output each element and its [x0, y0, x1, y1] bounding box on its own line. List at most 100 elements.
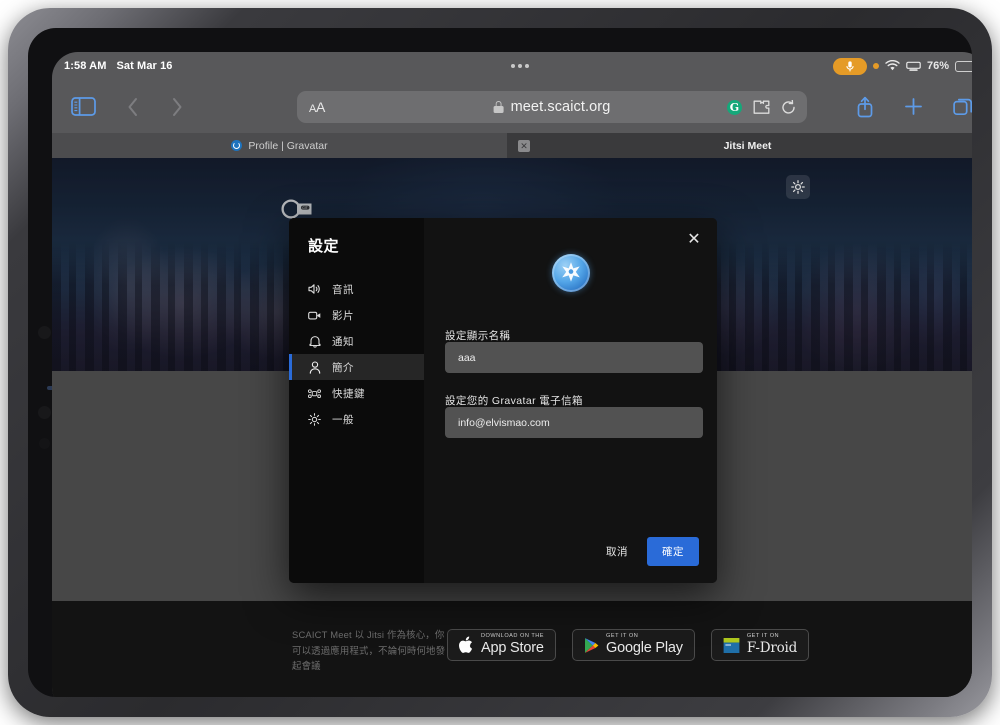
fdroid-badge[interactable]: GET IT ON F-Droid — [710, 629, 810, 661]
settings-title: 設定 — [308, 238, 340, 255]
settings-sidebar: 設定 音訊 影片 通知 簡介 快捷鍵 一般 — [289, 218, 424, 583]
bell-icon — [308, 335, 321, 348]
tab-profile-gravatar[interactable]: Profile | Gravatar — [52, 133, 507, 158]
gear-icon — [791, 180, 805, 194]
forward-button[interactable] — [166, 94, 188, 120]
text-size-label-large: A — [316, 99, 326, 115]
sidebar-item-video[interactable]: 影片 — [289, 302, 424, 328]
lock-icon — [493, 101, 504, 113]
person-icon — [308, 360, 321, 374]
new-tab-button[interactable] — [904, 97, 923, 116]
address-bar-url-group: meet.scaict.org — [493, 99, 611, 115]
settings-panel-profile: ✕ 設定顯示名稱 設定您的 Gravatar 電子信箱 取 — [424, 218, 717, 583]
screen-mirroring-icon — [906, 61, 921, 71]
battery-percentage: 76% — [926, 60, 949, 72]
footer-description: SCAICT Meet 以 Jitsi 作為核心，你可以透過應用程式，不論何時何… — [292, 629, 446, 672]
address-bar-actions: G — [727, 99, 796, 115]
dialog-actions: 取消 確定 — [595, 537, 699, 566]
multitasking-dot — [518, 64, 522, 68]
browser-toolbar: AA meet.scaict.org G — [52, 80, 972, 133]
multitasking-dots-button[interactable] — [511, 52, 529, 80]
badge-text-group: Download on the App Store — [481, 633, 544, 657]
page-settings-button[interactable] — [786, 175, 810, 199]
sidebar-item-general[interactable]: 一般 — [289, 406, 424, 432]
sidebar-item-label: 音訊 — [332, 283, 354, 296]
ipad-device-frame: 1:58 AM Sat Mar 16 76% A A meet.scaict.o… — [8, 8, 992, 717]
web-page-content: CIT SCAICT Meet 以 Jitsi 作為核心，你可以透過應用程式，不… — [52, 158, 972, 697]
speaker-icon — [308, 283, 321, 296]
gravatar-email-label: 設定您的 Gravatar 電子信箱 — [445, 395, 583, 407]
google-play-icon — [585, 637, 599, 653]
sidebar-item-shortcuts[interactable]: 快捷鍵 — [289, 380, 424, 406]
battery-icon — [955, 60, 972, 72]
gravatar-email-input[interactable] — [445, 407, 703, 438]
badge-sup: Download on the — [481, 633, 545, 639]
share-button[interactable] — [856, 96, 874, 118]
sidebar-item-label: 一般 — [332, 413, 354, 426]
status-bar-left: 1:58 AM Sat Mar 16 — [64, 52, 173, 80]
app-store-badge[interactable]: Download on the App Store — [447, 629, 557, 661]
cancel-button[interactable]: 取消 — [595, 537, 639, 566]
status-date: Sat Mar 16 — [116, 60, 173, 72]
tab-bar: Profile | Gravatar ✕ Jitsi Meet — [52, 133, 972, 158]
grammarly-extension-icon[interactable]: G — [727, 99, 742, 115]
badge-text-group: GET IT ON F-Droid — [747, 633, 797, 657]
display-name-label: 設定顯示名稱 — [445, 330, 511, 342]
sidebar-item-label: 簡介 — [332, 361, 354, 374]
device-bezel: 1:58 AM Sat Mar 16 76% A A meet.scaict.o… — [28, 28, 972, 697]
video-camera-icon — [308, 309, 321, 322]
badge-sup: GET IT ON — [606, 633, 639, 639]
microphone-active-indicator — [832, 57, 867, 75]
text-size-label-small: A — [309, 103, 317, 115]
status-time: 1:58 AM — [64, 60, 107, 72]
status-bar-right: 76% — [832, 52, 972, 80]
tab-title: Jitsi Meet — [723, 139, 772, 152]
sidebar-toggle-button[interactable] — [68, 94, 98, 120]
sidebar-item-label: 通知 — [332, 335, 354, 348]
svg-text:CIT: CIT — [302, 206, 307, 210]
tabs-overview-button[interactable] — [953, 97, 972, 117]
close-dialog-button[interactable]: ✕ — [685, 230, 703, 248]
chevron-left-icon — [128, 97, 137, 116]
privacy-indicator-dot — [872, 63, 879, 69]
bezel-sensor-dot — [39, 438, 50, 449]
badge-sup: GET IT ON — [746, 633, 780, 639]
fdroid-icon — [723, 637, 740, 653]
avatar — [551, 254, 590, 292]
gear-icon — [308, 412, 321, 426]
puzzle-extension-icon[interactable] — [753, 100, 770, 115]
address-bar-url: meet.scaict.org — [510, 99, 611, 115]
browser-toolbar-right — [856, 80, 972, 133]
gravatar-icon — [231, 140, 243, 151]
sidebar-item-label: 快捷鍵 — [332, 387, 365, 400]
multitasking-dot — [511, 64, 515, 68]
tab-jitsi-meet[interactable]: ✕ Jitsi Meet — [507, 133, 972, 158]
sidebar-item-label: 影片 — [332, 309, 354, 322]
tab-title: Profile | Gravatar — [248, 139, 328, 152]
display-name-input[interactable] — [445, 342, 703, 373]
apple-icon — [459, 636, 472, 653]
page-footer: SCAICT Meet 以 Jitsi 作為核心，你可以透過應用程式，不論何時何… — [52, 601, 972, 697]
microphone-icon — [846, 60, 854, 71]
sidebar-item-audio[interactable]: 音訊 — [289, 276, 424, 302]
keyboard-shortcut-icon — [308, 387, 321, 400]
bezel-sensor-dot — [38, 406, 51, 419]
wifi-icon — [885, 60, 900, 71]
bezel-sensor-dot — [38, 326, 51, 339]
badge-main: App Store — [481, 640, 544, 656]
close-icon[interactable]: ✕ — [518, 139, 530, 152]
back-button[interactable] — [122, 94, 144, 120]
address-bar[interactable]: AA meet.scaict.org G — [297, 91, 807, 123]
badge-main: Google Play — [606, 640, 683, 656]
reload-icon[interactable] — [781, 99, 796, 115]
star-badge-icon — [561, 262, 580, 282]
sidebar-item-notifications[interactable]: 通知 — [289, 328, 424, 354]
sidebar-toggle-icon — [70, 97, 96, 116]
google-play-badge[interactable]: GET IT ON Google Play — [572, 629, 695, 661]
status-bar: 1:58 AM Sat Mar 16 76% — [52, 52, 972, 80]
text-size-button[interactable]: AA — [309, 99, 325, 115]
sidebar-item-profile[interactable]: 簡介 — [289, 354, 424, 380]
confirm-button[interactable]: 確定 — [647, 537, 699, 566]
multitasking-dot — [525, 64, 529, 68]
badge-text-group: GET IT ON Google Play — [606, 633, 683, 657]
